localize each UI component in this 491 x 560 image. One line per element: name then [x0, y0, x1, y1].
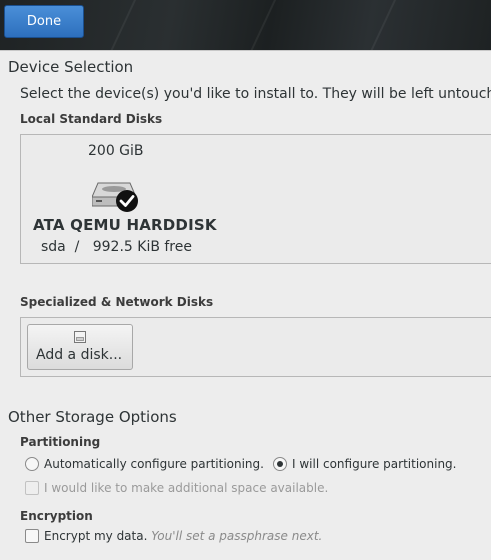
- manual-partitioning-label[interactable]: I will configure partitioning.: [292, 457, 456, 471]
- partitioning-label: Partitioning: [20, 435, 101, 449]
- disk-free-space: sda / 992.5 KiB free: [41, 239, 192, 255]
- topbar-texture: [363, 0, 399, 50]
- manual-partitioning-radio[interactable]: [273, 457, 287, 471]
- local-disks-label: Local Standard Disks: [20, 112, 163, 126]
- auto-partitioning-radio[interactable]: [25, 457, 39, 471]
- encrypt-data-option[interactable]: Encrypt my data. You'll set a passphrase…: [44, 529, 322, 543]
- add-disk-icon: [74, 331, 86, 343]
- instruction-text: Select the device(s) you'd like to insta…: [20, 86, 491, 102]
- topbar-texture: [243, 0, 279, 50]
- section-title-device-selection: Device Selection: [8, 58, 134, 76]
- encrypt-data-hint: You'll set a passphrase next.: [151, 529, 323, 543]
- disk-size: 200 GiB: [88, 143, 144, 159]
- encrypt-data-checkbox[interactable]: [25, 529, 39, 543]
- specialized-disks-label: Specialized & Network Disks: [20, 295, 214, 309]
- encryption-label: Encryption: [20, 509, 93, 523]
- disk-name: ATA QEMU HARDDISK: [33, 216, 217, 234]
- harddisk-icon: [92, 182, 138, 212]
- topbar-texture: [103, 0, 139, 50]
- done-button[interactable]: Done: [4, 5, 84, 38]
- add-disk-label: Add a disk...: [36, 347, 123, 363]
- section-title-other-storage: Other Storage Options: [8, 408, 177, 426]
- add-disk-button[interactable]: Add a disk...: [27, 324, 133, 370]
- checkmark-badge-icon: [116, 190, 138, 212]
- divider: [0, 50, 491, 51]
- encrypt-data-label: Encrypt my data.: [44, 529, 148, 543]
- top-bar: Done: [0, 0, 491, 50]
- additional-space-label: I would like to make additional space av…: [44, 481, 329, 495]
- additional-space-checkbox[interactable]: [25, 481, 39, 495]
- auto-partitioning-label[interactable]: Automatically configure partitioning.: [44, 457, 264, 471]
